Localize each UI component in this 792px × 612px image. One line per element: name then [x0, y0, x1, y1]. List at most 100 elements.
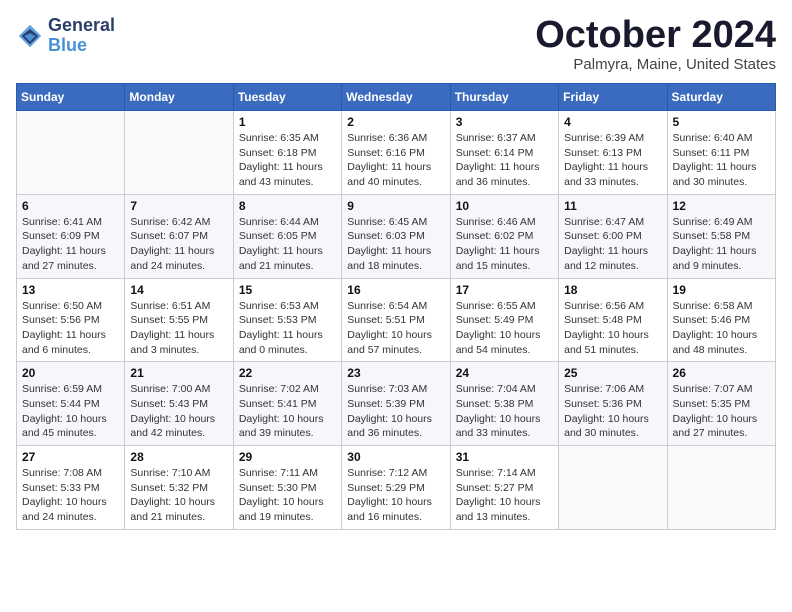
day-number: 11 [564, 199, 661, 213]
calendar-cell: 20Sunrise: 6:59 AM Sunset: 5:44 PM Dayli… [17, 362, 125, 446]
calendar-cell: 26 Sunrise: 7:07 AM Sunset: 5:35 PM Dayli… [667, 362, 775, 446]
day-info: Sunrise: 7:07 AM Sunset: 5:35 PM Dayligh… [673, 382, 770, 441]
day-number: 15 [239, 283, 336, 297]
day-number: 14 [130, 283, 227, 297]
day-number: 2 [347, 115, 444, 129]
calendar-cell: 24Sunrise: 7:04 AM Sunset: 5:38 PM Dayli… [450, 362, 558, 446]
calendar-cell [667, 446, 775, 530]
day-number: 29 [239, 450, 336, 464]
day-number: 12 [673, 199, 770, 213]
day-number: 1 [239, 115, 336, 129]
day-number: 20 [22, 366, 119, 380]
week-row-2: 6 Sunrise: 6:41 AM Sunset: 6:09 PM Daylig… [17, 194, 776, 278]
day-info: Sunrise: 6:39 AM Sunset: 6:13 PM Dayligh… [564, 131, 661, 190]
logo: GeneralBlue [16, 16, 115, 56]
day-number: 28 [130, 450, 227, 464]
day-number: 25 [564, 366, 661, 380]
calendar-cell: 2 Sunrise: 6:36 AM Sunset: 6:16 PM Daylig… [342, 111, 450, 195]
day-info: Sunrise: 7:00 AM Sunset: 5:43 PM Dayligh… [130, 382, 227, 441]
calendar-cell: 25 Sunrise: 7:06 AM Sunset: 5:36 PM Dayli… [559, 362, 667, 446]
weekday-header-row: SundayMondayTuesdayWednesdayThursdayFrid… [17, 84, 776, 111]
day-info: Sunrise: 7:06 AM Sunset: 5:36 PM Dayligh… [564, 382, 661, 441]
day-number: 5 [673, 115, 770, 129]
calendar-cell: 28 Sunrise: 7:10 AM Sunset: 5:32 PM Dayli… [125, 446, 233, 530]
calendar-cell: 8 Sunrise: 6:44 AM Sunset: 6:05 PM Daylig… [233, 194, 341, 278]
calendar-cell: 3Sunrise: 6:37 AM Sunset: 6:14 PM Daylig… [450, 111, 558, 195]
day-number: 26 [673, 366, 770, 380]
day-number: 22 [239, 366, 336, 380]
day-info: Sunrise: 6:36 AM Sunset: 6:16 PM Dayligh… [347, 131, 444, 190]
calendar-cell: 10Sunrise: 6:46 AM Sunset: 6:02 PM Dayli… [450, 194, 558, 278]
day-info: Sunrise: 6:45 AM Sunset: 6:03 PM Dayligh… [347, 215, 444, 274]
calendar-cell: 23 Sunrise: 7:03 AM Sunset: 5:39 PM Dayli… [342, 362, 450, 446]
title-area: October 2024 Palmyra, Maine, United Stat… [535, 16, 776, 73]
week-row-4: 20Sunrise: 6:59 AM Sunset: 5:44 PM Dayli… [17, 362, 776, 446]
day-number: 8 [239, 199, 336, 213]
header: GeneralBlue October 2024 Palmyra, Maine,… [16, 16, 776, 73]
calendar-cell: 31 Sunrise: 7:14 AM Sunset: 5:27 PM Dayli… [450, 446, 558, 530]
weekday-header-saturday: Saturday [667, 84, 775, 111]
week-row-1: 1 Sunrise: 6:35 AM Sunset: 6:18 PM Daylig… [17, 111, 776, 195]
day-info: Sunrise: 6:51 AM Sunset: 5:55 PM Dayligh… [130, 299, 227, 358]
day-number: 16 [347, 283, 444, 297]
day-number: 23 [347, 366, 444, 380]
calendar-cell: 27Sunrise: 7:08 AM Sunset: 5:33 PM Dayli… [17, 446, 125, 530]
weekday-header-tuesday: Tuesday [233, 84, 341, 111]
day-info: Sunrise: 7:02 AM Sunset: 5:41 PM Dayligh… [239, 382, 336, 441]
month-title: October 2024 [535, 16, 776, 54]
calendar-cell: 29 Sunrise: 7:11 AM Sunset: 5:30 PM Dayli… [233, 446, 341, 530]
weekday-header-sunday: Sunday [17, 84, 125, 111]
day-number: 6 [22, 199, 119, 213]
day-info: Sunrise: 7:03 AM Sunset: 5:39 PM Dayligh… [347, 382, 444, 441]
calendar-cell: 30Sunrise: 7:12 AM Sunset: 5:29 PM Dayli… [342, 446, 450, 530]
day-number: 10 [456, 199, 553, 213]
calendar: SundayMondayTuesdayWednesdayThursdayFrid… [16, 83, 776, 530]
day-number: 31 [456, 450, 553, 464]
day-number: 9 [347, 199, 444, 213]
calendar-cell: 9 Sunrise: 6:45 AM Sunset: 6:03 PM Daylig… [342, 194, 450, 278]
calendar-cell: 4 Sunrise: 6:39 AM Sunset: 6:13 PM Daylig… [559, 111, 667, 195]
calendar-cell: 11 Sunrise: 6:47 AM Sunset: 6:00 PM Dayli… [559, 194, 667, 278]
day-info: Sunrise: 6:50 AM Sunset: 5:56 PM Dayligh… [22, 299, 119, 358]
day-info: Sunrise: 7:08 AM Sunset: 5:33 PM Dayligh… [22, 466, 119, 525]
calendar-cell: 1 Sunrise: 6:35 AM Sunset: 6:18 PM Daylig… [233, 111, 341, 195]
calendar-cell: 12 Sunrise: 6:49 AM Sunset: 5:58 PM Dayli… [667, 194, 775, 278]
day-info: Sunrise: 6:44 AM Sunset: 6:05 PM Dayligh… [239, 215, 336, 274]
day-number: 4 [564, 115, 661, 129]
day-info: Sunrise: 6:35 AM Sunset: 6:18 PM Dayligh… [239, 131, 336, 190]
day-info: Sunrise: 6:54 AM Sunset: 5:51 PM Dayligh… [347, 299, 444, 358]
day-info: Sunrise: 6:55 AM Sunset: 5:49 PM Dayligh… [456, 299, 553, 358]
calendar-cell: 13 Sunrise: 6:50 AM Sunset: 5:56 PM Dayli… [17, 278, 125, 362]
calendar-cell: 15 Sunrise: 6:53 AM Sunset: 5:53 PM Dayli… [233, 278, 341, 362]
day-info: Sunrise: 6:40 AM Sunset: 6:11 PM Dayligh… [673, 131, 770, 190]
calendar-cell: 18 Sunrise: 6:56 AM Sunset: 5:48 PM Dayli… [559, 278, 667, 362]
day-number: 18 [564, 283, 661, 297]
day-info: Sunrise: 6:49 AM Sunset: 5:58 PM Dayligh… [673, 215, 770, 274]
calendar-cell: 5 Sunrise: 6:40 AM Sunset: 6:11 PM Daylig… [667, 111, 775, 195]
calendar-cell [125, 111, 233, 195]
day-number: 3 [456, 115, 553, 129]
calendar-cell [559, 446, 667, 530]
location: Palmyra, Maine, United States [535, 56, 776, 73]
day-info: Sunrise: 7:12 AM Sunset: 5:29 PM Dayligh… [347, 466, 444, 525]
day-info: Sunrise: 6:53 AM Sunset: 5:53 PM Dayligh… [239, 299, 336, 358]
calendar-cell: 7Sunrise: 6:42 AM Sunset: 6:07 PM Daylig… [125, 194, 233, 278]
day-number: 19 [673, 283, 770, 297]
weekday-header-friday: Friday [559, 84, 667, 111]
day-info: Sunrise: 7:11 AM Sunset: 5:30 PM Dayligh… [239, 466, 336, 525]
weekday-header-thursday: Thursday [450, 84, 558, 111]
calendar-cell: 22 Sunrise: 7:02 AM Sunset: 5:41 PM Dayli… [233, 362, 341, 446]
day-info: Sunrise: 6:41 AM Sunset: 6:09 PM Dayligh… [22, 215, 119, 274]
day-number: 13 [22, 283, 119, 297]
week-row-5: 27Sunrise: 7:08 AM Sunset: 5:33 PM Dayli… [17, 446, 776, 530]
calendar-cell: 21 Sunrise: 7:00 AM Sunset: 5:43 PM Dayli… [125, 362, 233, 446]
day-info: Sunrise: 6:56 AM Sunset: 5:48 PM Dayligh… [564, 299, 661, 358]
day-number: 21 [130, 366, 227, 380]
day-info: Sunrise: 7:10 AM Sunset: 5:32 PM Dayligh… [130, 466, 227, 525]
calendar-cell: 16 Sunrise: 6:54 AM Sunset: 5:51 PM Dayli… [342, 278, 450, 362]
calendar-cell: 14 Sunrise: 6:51 AM Sunset: 5:55 PM Dayli… [125, 278, 233, 362]
day-info: Sunrise: 6:47 AM Sunset: 6:00 PM Dayligh… [564, 215, 661, 274]
day-number: 17 [456, 283, 553, 297]
day-info: Sunrise: 7:14 AM Sunset: 5:27 PM Dayligh… [456, 466, 553, 525]
weekday-header-monday: Monday [125, 84, 233, 111]
